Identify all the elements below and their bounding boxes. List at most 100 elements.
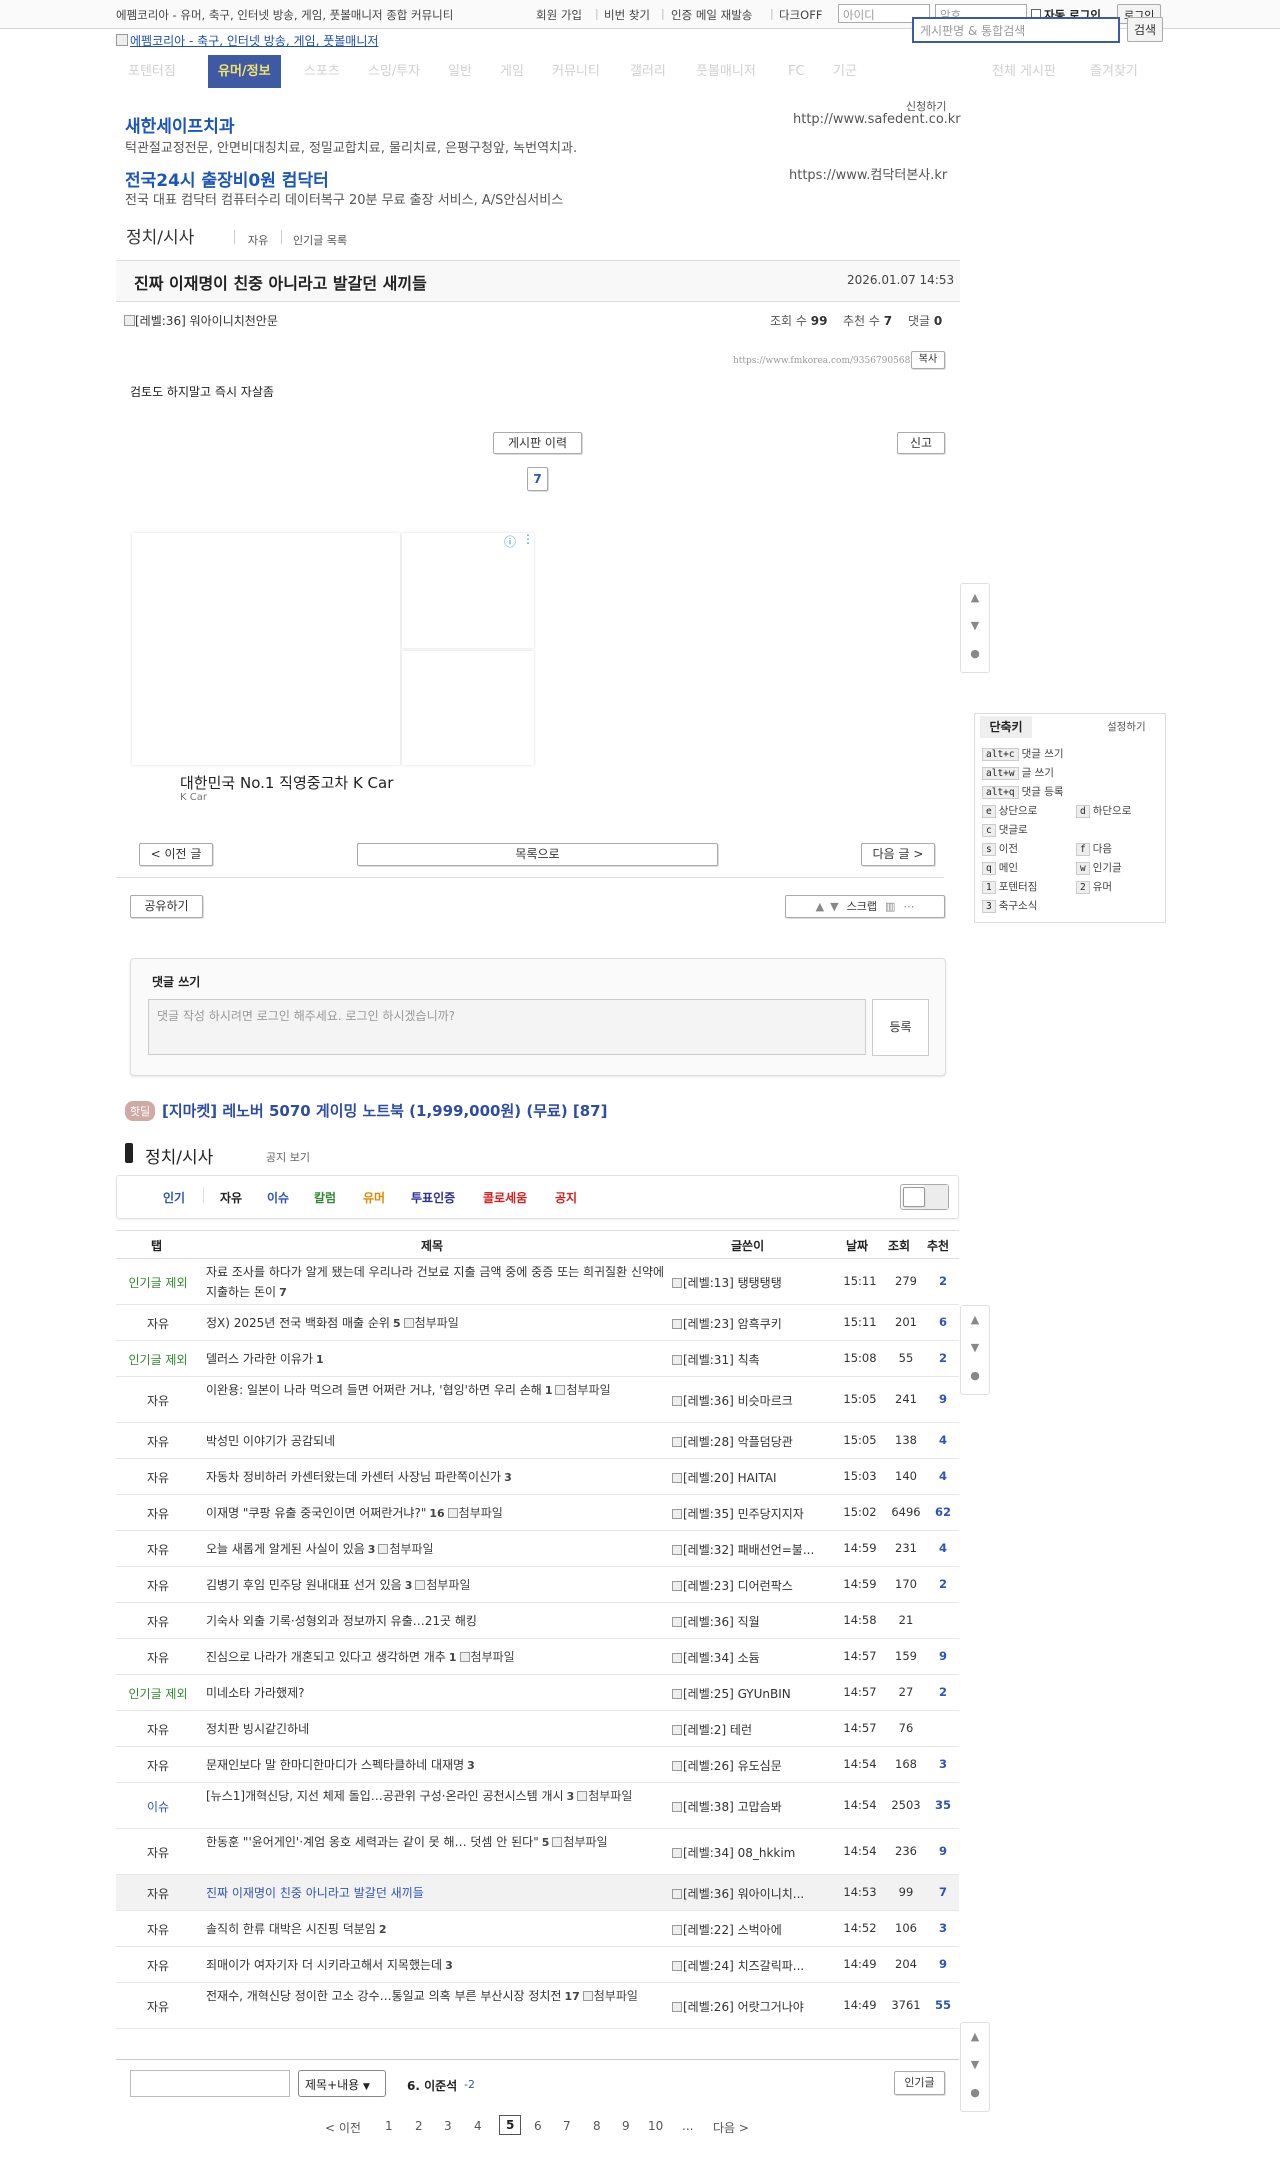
row-category[interactable]: 자유 — [116, 1649, 200, 1666]
table-row[interactable]: 자유 정X) 2025년 전국 백화점 매출 순위 5 첨부파일 [레벨:23] 암흑쿠… — [116, 1305, 959, 1341]
page-link[interactable]: 6 — [534, 2119, 542, 2133]
row-comment-count[interactable]: 3 — [445, 1959, 453, 1972]
cat-notice[interactable]: 공지 — [555, 1189, 577, 1206]
scroll-up-icon[interactable]: ▲ — [961, 1306, 989, 1334]
row-title-text[interactable]: 문재인보다 말 한마디한마디가 스펙타클하네 대재명 — [206, 1758, 464, 1772]
row-title[interactable]: 이재명 "쿠팡 유출 중국인이면 어쩌란거냐?" 16 첨부파일 — [206, 1503, 666, 1524]
ad-url[interactable]: https://www.컴닥터본사.kr — [789, 164, 947, 183]
view-toggle-switch[interactable] — [900, 1184, 949, 1210]
report-button[interactable]: 신고 — [897, 432, 945, 454]
table-row[interactable]: 자유 진심으로 나라가 개혼되고 있다고 생각하면 개추 1 첨부파일 [레벨:34] … — [116, 1639, 959, 1675]
row-title-text[interactable]: 이완용: 일본이 나라 먹으려 들면 어쩌란 거냐, '협잉'하면 우리 손해 — [206, 1383, 542, 1397]
next-post-button[interactable]: 다음 글 > — [861, 843, 935, 866]
table-row[interactable]: 자유 오늘 새롭게 알게된 사실이 있음 3 첨부파일 [레벨:32] 패배선언=불..… — [116, 1531, 959, 1567]
row-title-text[interactable]: 진짜 이재명이 친중 아니라고 발갈던 새끼들 — [206, 1886, 424, 1900]
row-comment-count[interactable]: 5 — [542, 1836, 550, 1849]
article-url[interactable]: https://www.fmkorea.com/9356790568 — [733, 356, 910, 366]
prev-post-button[interactable]: < 이전 글 — [139, 843, 213, 866]
row-author[interactable]: [레벨:13] 탱탱탱탱 — [672, 1274, 832, 1291]
bottom-search-input[interactable] — [130, 2070, 290, 2097]
row-category[interactable]: 인기글 제외 — [116, 1685, 200, 1702]
article-author[interactable]: [레벨:36] 워아이니치천안문 — [124, 312, 278, 329]
row-title[interactable]: 한동훈 "'윤어게인'·계엄 옹호 세력과는 같이 못 해… 덧셈 안 된다" 5… — [206, 1832, 666, 1853]
row-comment-count[interactable]: 3 — [405, 1579, 413, 1592]
comment-icon[interactable]: ● — [961, 2079, 989, 2107]
row-title-text[interactable]: 전재수, 개혁신당 정이한 고소 강수…통일교 의혹 부른 부산시장 정치전 — [206, 1989, 561, 2003]
row-category[interactable]: 자유 — [116, 1469, 200, 1486]
row-comment-count[interactable]: 7 — [279, 1286, 287, 1299]
row-comment-count[interactable]: 1 — [449, 1651, 457, 1664]
site-logo[interactable]: 에펨코리아 - 축구, 인터넷 방송, 게임, 풋볼매니저 — [116, 32, 378, 49]
table-row[interactable]: 자유 전재수, 개혁신당 정이한 고소 강수…통일교 의혹 부른 부산시장 정치전… — [116, 1983, 959, 2029]
list-title[interactable]: 정치/시사 — [145, 1143, 213, 1168]
page-current[interactable]: 5 — [499, 2115, 522, 2135]
row-category[interactable]: 인기글 제외 — [116, 1351, 200, 1368]
row-author[interactable]: [레벨:23] 디어런팍스 — [672, 1577, 832, 1594]
row-title[interactable]: 전재수, 개혁신당 정이한 고소 강수…통일교 의혹 부른 부산시장 정치전 17… — [206, 1986, 666, 2007]
row-author[interactable]: [레벨:28] 악플덤당관 — [672, 1433, 832, 1450]
page-link[interactable]: 9 — [622, 2119, 630, 2133]
row-author[interactable]: [레벨:38] 고맙슴봐 — [672, 1798, 832, 1815]
row-author[interactable]: [레벨:36] 직월 — [672, 1613, 832, 1630]
row-title[interactable]: 미네소타 가라했제? — [206, 1683, 666, 1703]
scroll-down-icon[interactable]: ▼ — [961, 1334, 989, 1362]
row-author[interactable]: [레벨:34] 08_hkkim — [672, 1844, 832, 1861]
dark-mode-toggle[interactable]: 다크OFF — [779, 7, 822, 23]
row-author[interactable]: [레벨:26] 어랏그거나야 — [672, 1998, 832, 2015]
ad-title[interactable]: 새한세이프치과 — [125, 112, 234, 137]
nav-item-humor[interactable]: 유머/정보 — [208, 55, 281, 88]
row-category[interactable]: 자유 — [116, 1721, 200, 1738]
row-author[interactable]: [레벨:24] 치즈갈릭파... — [672, 1957, 832, 1974]
table-row[interactable]: 자유 죄매이가 여자기자 더 시키라고해서 지목했는데 3 [레벨:24] 치즈갈릭파… — [116, 1947, 959, 1983]
cat-humor[interactable]: 유머 — [363, 1189, 385, 1206]
row-category[interactable]: 자유 — [116, 1433, 200, 1450]
row-comment-count[interactable]: 1 — [316, 1353, 324, 1366]
nav-item-gallery[interactable]: 갤러리 — [620, 55, 676, 88]
row-title[interactable]: 정치판 빙시같긴하네 — [206, 1719, 666, 1739]
row-category[interactable]: 자유 — [116, 1541, 200, 1558]
upvote-icon[interactable]: ▲ — [816, 900, 824, 913]
row-author[interactable]: [레벨:34] 소듐 — [672, 1649, 832, 1666]
page-link[interactable]: 4 — [474, 2119, 482, 2133]
row-comment-count[interactable]: 3 — [504, 1471, 512, 1484]
row-category[interactable]: 이슈 — [116, 1798, 200, 1815]
comment-input[interactable]: 댓글 작성 하시려면 로그인 해주세요. 로그인 하시겠습니까? — [148, 999, 866, 1055]
row-author[interactable]: [레벨:20] HAITAI — [672, 1469, 832, 1486]
back-to-list-button[interactable]: 목록으로 — [357, 843, 718, 866]
row-author[interactable]: [레벨:36] 비슷마르크 — [672, 1392, 832, 1409]
row-author[interactable]: [레벨:32] 패배선언=불... — [672, 1541, 832, 1558]
row-author[interactable]: [레벨:23] 암흑쿠키 — [672, 1315, 832, 1332]
nav-item-community[interactable]: 커뮤니티 — [542, 55, 610, 88]
row-title-text[interactable]: 진심으로 나라가 개혼되고 있다고 생각하면 개추 — [206, 1650, 446, 1664]
board-title[interactable]: 정치/시사 — [126, 223, 194, 248]
share-button[interactable]: 공유하기 — [130, 895, 203, 918]
row-comment-count[interactable]: 16 — [429, 1507, 444, 1520]
page-link[interactable]: 8 — [593, 2119, 601, 2133]
row-title-text[interactable]: 미네소타 가라했제? — [206, 1686, 305, 1700]
nav-item-fc[interactable]: FC — [778, 55, 815, 88]
sponsored-image[interactable] — [402, 533, 534, 648]
row-title-text[interactable]: [뉴스1]개혁신당, 지선 체제 돌입…공관위 구성·온라인 공천시스템 개시 — [206, 1789, 564, 1803]
row-comment-count[interactable]: 2 — [379, 1923, 387, 1936]
nav-item-fm[interactable]: 풋볼매니저 — [686, 55, 766, 88]
cat-colosseum[interactable]: 콜로세움 — [483, 1189, 527, 1206]
row-title[interactable]: 자동차 정비하러 카센터왔는데 카센터 사장님 파란쪽이신가 3 — [206, 1467, 666, 1488]
vote-count-button[interactable]: 7 — [527, 467, 548, 491]
row-author[interactable]: [레벨:25] GYUnBIN — [672, 1685, 832, 1702]
comment-submit-button[interactable]: 등록 — [872, 999, 929, 1056]
row-author[interactable]: [레벨:36] 워아이니치... — [672, 1885, 832, 1902]
row-title-text[interactable]: 정X) 2025년 전국 백화점 매출 순위 — [206, 1316, 390, 1330]
row-title-text[interactable]: 자료 조사를 하다가 알게 됐는데 우리나라 건보료 지출 금액 중에 중증 또… — [206, 1265, 664, 1299]
row-title[interactable]: 진짜 이재명이 친중 아니라고 발갈던 새끼들 — [206, 1883, 666, 1903]
row-title-text[interactable]: 정치판 빙시같긴하네 — [206, 1722, 309, 1736]
hotdeal-link[interactable]: [지마켓] 레노버 5070 게이밍 노트북 (1,999,000원) (무료)… — [162, 1100, 607, 1121]
table-row[interactable]: 자유 이완용: 일본이 나라 먹으려 들면 어쩌란 거냐, '협잉'하면 우리 손… — [116, 1377, 959, 1423]
row-category[interactable]: 자유 — [116, 1577, 200, 1594]
nav-item-general[interactable]: 일반 — [438, 55, 482, 88]
table-row[interactable]: 인기글 제외 자료 조사를 하다가 알게 됐는데 우리나라 건보료 지출 금액 중… — [116, 1259, 959, 1305]
page-prev[interactable]: < 이전 — [325, 2119, 361, 2136]
nav-item-army[interactable]: 기군 — [823, 55, 867, 88]
row-title-text[interactable]: 솔직히 한류 대박은 시진핑 덕분임 — [206, 1922, 376, 1936]
row-category[interactable]: 자유 — [116, 1957, 200, 1974]
row-author[interactable]: [레벨:2] 테런 — [672, 1721, 832, 1738]
